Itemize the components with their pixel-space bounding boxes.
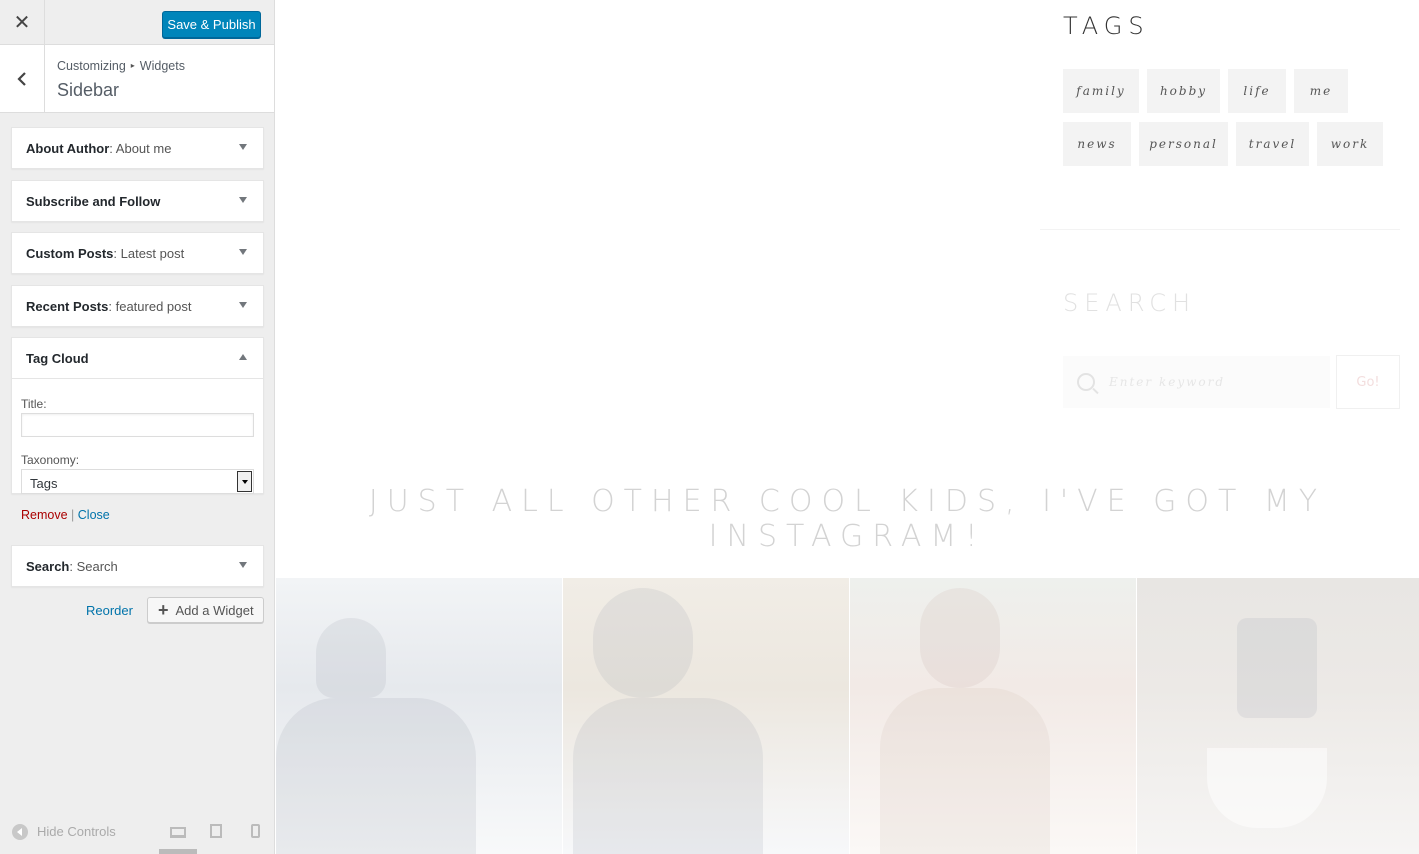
expand-arrow-icon[interactable]	[239, 249, 247, 255]
desktop-preview-icon[interactable]	[170, 827, 186, 838]
widget-header[interactable]: Subscribe and Follow	[12, 181, 263, 221]
expand-arrow-icon[interactable]	[239, 144, 247, 150]
active-device-indicator	[159, 849, 197, 854]
dropdown-arrow-icon[interactable]	[237, 471, 252, 492]
tags-widget-title: TAGS	[1063, 12, 1150, 40]
widget-name: Custom Posts	[26, 245, 114, 261]
widget-name: Recent Posts	[26, 298, 109, 314]
widget-title: : Search	[69, 558, 118, 574]
tag-link[interactable]: life	[1228, 69, 1286, 113]
widget-header[interactable]: Search: Search	[12, 546, 263, 586]
breadcrumb-root: Customizing	[57, 59, 126, 73]
instagram-photo[interactable]	[563, 578, 849, 854]
hide-controls-button[interactable]: Hide Controls	[37, 824, 116, 839]
tag-link[interactable]: hobby	[1147, 69, 1220, 113]
customizer-header: ✕ Save & Publish	[0, 0, 274, 45]
title-label: Title:	[21, 397, 47, 411]
widget-name: Subscribe and Follow	[26, 193, 161, 209]
widget-title: : featured post	[108, 298, 192, 314]
widget-header[interactable]: About Author: About me	[12, 128, 263, 168]
search-icon	[1077, 373, 1095, 391]
reorder-link[interactable]: Reorder	[86, 603, 133, 618]
breadcrumb: Customizing ▸ Widgets	[57, 59, 185, 73]
save-publish-button[interactable]: Save & Publish	[162, 11, 261, 38]
add-widget-label: Add a Widget	[175, 602, 254, 618]
action-separator: |	[71, 508, 75, 522]
close-link[interactable]: Close	[78, 508, 110, 522]
widget-subscribe-follow: Subscribe and Follow	[11, 180, 264, 222]
instagram-photo[interactable]	[850, 578, 1136, 854]
tag-link[interactable]: news	[1063, 122, 1131, 166]
search-input[interactable]: Enter keyword	[1063, 356, 1330, 408]
tag-link[interactable]: personal	[1139, 122, 1228, 166]
widget-header[interactable]: Tag Cloud	[12, 338, 263, 378]
taxonomy-selected-value: Tags	[30, 476, 58, 491]
section-header: Customizing ▸ Widgets Sidebar	[0, 45, 274, 113]
widget-about-author: About Author: About me	[11, 127, 264, 169]
widget-tag-cloud: Tag Cloud Title: Taxonomy: Tags Remove |…	[11, 337, 264, 522]
taxonomy-label: Taxonomy:	[21, 453, 80, 467]
expand-arrow-icon[interactable]	[239, 562, 247, 568]
widget-title: : Latest post	[113, 245, 185, 261]
add-widget-button[interactable]: + Add a Widget	[147, 597, 264, 623]
mobile-preview-icon[interactable]	[251, 824, 260, 838]
widget-form: Title: Taxonomy: Tags Remove | Close	[12, 378, 263, 522]
widget-search: Search: Search	[11, 545, 264, 587]
plus-icon: +	[158, 600, 169, 620]
widget-header[interactable]: Recent Posts: featured post	[12, 286, 263, 326]
back-arrow-icon[interactable]	[0, 45, 45, 112]
taxonomy-select[interactable]: Tags	[21, 469, 254, 494]
collapse-icon[interactable]	[12, 823, 28, 840]
search-placeholder: Enter keyword	[1109, 375, 1226, 389]
tag-link[interactable]: travel	[1236, 122, 1309, 166]
tag-link[interactable]: family	[1063, 69, 1139, 113]
widget-name: Tag Cloud	[26, 350, 89, 366]
expand-arrow-icon[interactable]	[239, 302, 247, 308]
site-preview: TAGS family hobby life me news personal …	[276, 0, 1419, 854]
search-widget-title: SEARCH	[1063, 289, 1197, 317]
instagram-photo[interactable]	[276, 578, 562, 854]
breadcrumb-current: Widgets	[139, 59, 185, 73]
customizer-panel: ✕ Save & Publish Customizing ▸ Widgets Sid…	[0, 0, 275, 854]
widget-actions: Remove | Close	[21, 508, 254, 522]
widget-divider	[1040, 229, 1400, 230]
section-title: Sidebar	[57, 80, 120, 100]
close-icon[interactable]: ✕	[0, 0, 45, 45]
tag-link[interactable]: work	[1317, 122, 1383, 166]
widget-header[interactable]: Custom Posts: Latest post	[12, 233, 263, 273]
tablet-preview-icon[interactable]	[210, 824, 222, 838]
title-input[interactable]	[21, 413, 254, 437]
customizer-footer: Hide Controls	[0, 809, 275, 854]
widget-name: About Author	[26, 140, 110, 156]
breadcrumb-separator: ▸	[130, 61, 135, 70]
expand-arrow-icon[interactable]	[239, 197, 247, 203]
instagram-heading: JUST ALL OTHER COOL KIDS, I'VE GOT MY IN…	[368, 484, 1327, 554]
instagram-photo[interactable]	[1137, 578, 1419, 854]
collapse-arrow-icon[interactable]	[239, 354, 247, 360]
widget-custom-posts: Custom Posts: Latest post	[11, 232, 264, 274]
widget-recent-posts: Recent Posts: featured post	[11, 285, 264, 327]
remove-link[interactable]: Remove	[21, 508, 68, 522]
search-go-button[interactable]: Go!	[1336, 355, 1400, 409]
widget-title: : About me	[109, 140, 172, 156]
tag-link[interactable]: me	[1294, 69, 1348, 113]
widget-name: Search	[26, 558, 70, 574]
